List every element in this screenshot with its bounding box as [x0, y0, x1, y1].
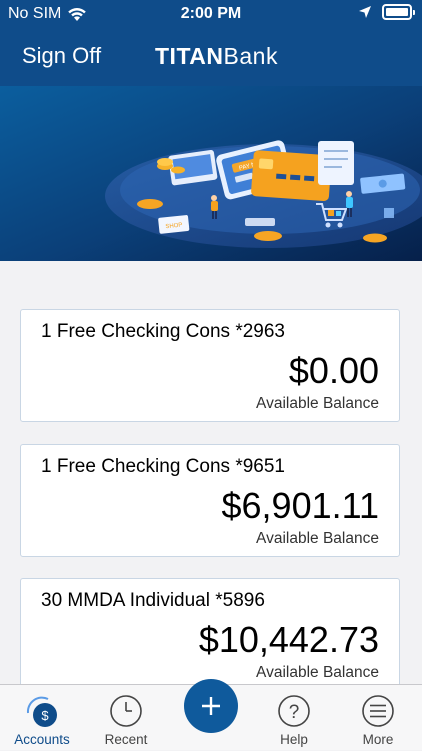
tab-bar: $ Accounts Recent ? Help More [0, 679, 422, 751]
account-name: 1 Free Checking Cons *2963 [41, 321, 285, 342]
menu-icon [362, 695, 394, 727]
balance-label: Available Balance [256, 530, 379, 547]
accounts-dollar-icon: $ [26, 696, 57, 727]
account-name: 1 Free Checking Cons *9651 [41, 456, 285, 477]
tab-more[interactable]: More [336, 685, 420, 751]
top-bar: No SIM 2:00 PM Sign Off TITANBank [0, 0, 422, 86]
hero-illustration: PAY NOW SHOP [0, 86, 422, 261]
balance-label: Available Balance [256, 664, 379, 681]
tab-more-label: More [362, 732, 394, 747]
tab-accounts-label: Accounts [14, 732, 70, 747]
tab-recent-label: Recent [104, 732, 148, 747]
account-name: 30 MMDA Individual *5896 [41, 590, 265, 611]
account-card[interactable]: 1 Free Checking Cons *2963 $0.00 Availab… [20, 309, 400, 422]
tab-help-label: Help [280, 732, 308, 747]
help-question-glyph: ? [289, 702, 300, 723]
tab-accounts[interactable]: $ Accounts [0, 685, 84, 751]
account-balance: $6,901.11 [221, 485, 379, 526]
status-bar: No SIM 2:00 PM [0, 0, 422, 30]
clock-icon [110, 695, 142, 727]
brand-logo-light: Bank [223, 43, 278, 69]
tab-recent[interactable]: Recent [84, 685, 168, 751]
brand-logo: TITANBank [155, 43, 278, 70]
add-button[interactable] [184, 679, 238, 733]
brand-logo-bold: TITAN [155, 43, 224, 69]
hero-banner: PAY NOW SHOP [0, 86, 422, 261]
location-arrow-icon [359, 6, 371, 18]
account-balance: $10,442.73 [198, 619, 379, 660]
accounts-list: 1 Free Checking Cons *2963 $0.00 Availab… [0, 261, 422, 684]
help-question-icon: ? [278, 695, 310, 727]
plus-icon [202, 697, 220, 715]
battery-icon [382, 4, 415, 20]
tab-help[interactable]: ? Help [252, 685, 336, 751]
accounts-dollar-glyph: $ [41, 708, 49, 723]
sign-off-button[interactable]: Sign Off [22, 43, 101, 69]
status-right [358, 4, 415, 20]
app-header: Sign Off TITANBank [0, 30, 422, 86]
account-card[interactable]: 30 MMDA Individual *5896 $10,442.73 Avai… [20, 578, 400, 684]
account-balance: $0.00 [288, 350, 379, 391]
account-card[interactable]: 1 Free Checking Cons *9651 $6,901.11 Ava… [20, 444, 400, 557]
balance-label: Available Balance [256, 395, 379, 412]
